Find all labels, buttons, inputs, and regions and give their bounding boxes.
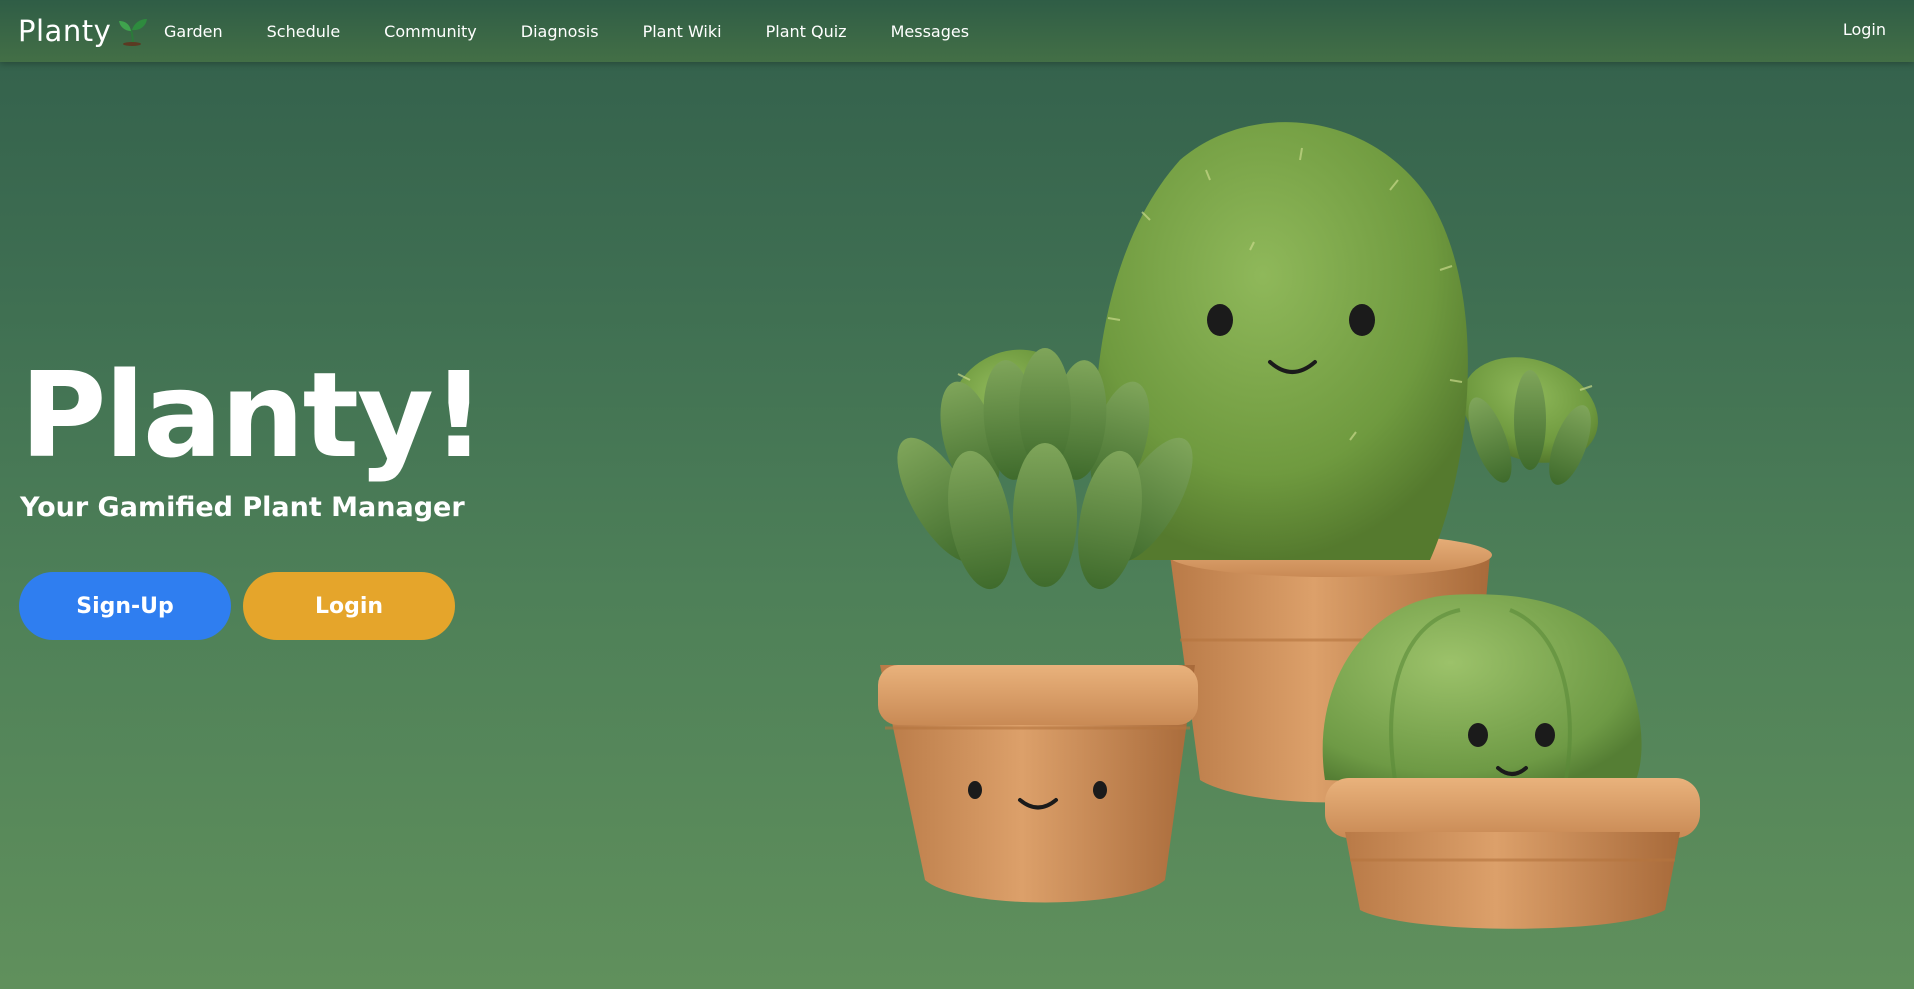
brand-logo[interactable]: Planty	[18, 13, 149, 49]
login-button[interactable]: Login	[243, 572, 455, 640]
nav-schedule[interactable]: Schedule	[245, 22, 363, 41]
nav-plant-quiz[interactable]: Plant Quiz	[744, 22, 869, 41]
main-nav: Garden Schedule Community Diagnosis Plan…	[142, 0, 991, 62]
nav-community[interactable]: Community	[362, 22, 499, 41]
hero-section: Planty! Your Gamified Plant Manager	[20, 350, 500, 523]
nav-garden[interactable]: Garden	[142, 22, 245, 41]
hero-title: Planty!	[20, 346, 486, 484]
brand-name: Planty	[18, 14, 112, 48]
hero-buttons: Sign-Up Login	[19, 572, 455, 640]
nav-messages[interactable]: Messages	[869, 22, 991, 41]
nav-plant-wiki[interactable]: Plant Wiki	[621, 22, 744, 41]
cactus-family-illustration	[878, 122, 1700, 929]
top-navbar: Planty Garden Schedule Community Diagnos…	[0, 0, 1914, 62]
nav-diagnosis[interactable]: Diagnosis	[499, 22, 621, 41]
nav-login-link[interactable]: Login	[1843, 20, 1886, 39]
hero-subtitle: Your Gamified Plant Manager	[20, 492, 465, 523]
signup-button[interactable]: Sign-Up	[19, 572, 231, 640]
